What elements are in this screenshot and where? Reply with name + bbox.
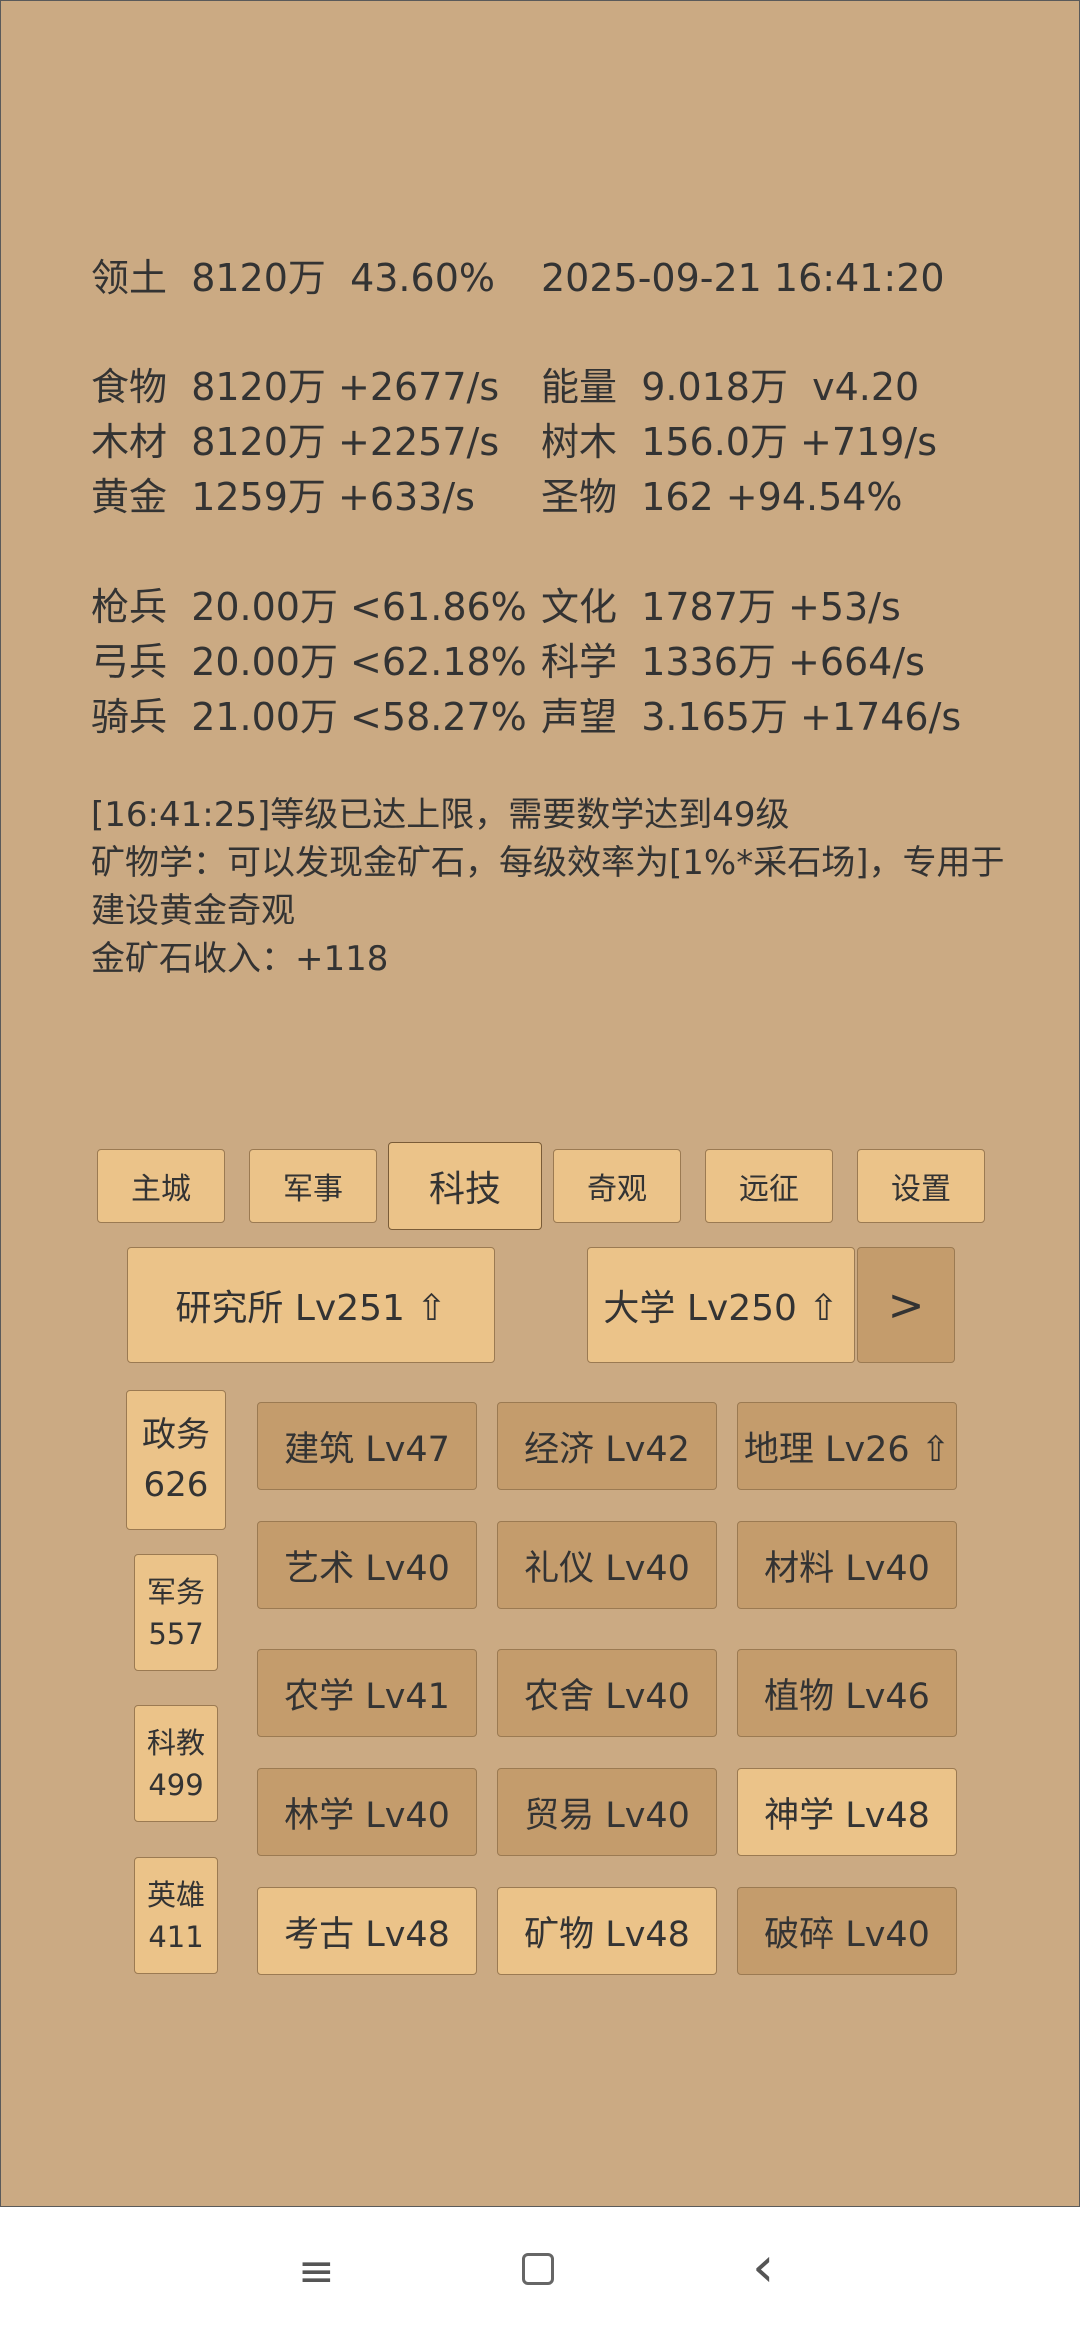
category-count: 557 [148,1616,204,1651]
resource-food: 食物 8120万 +2677/s [91,363,499,411]
category-name: 科教 [146,1725,205,1760]
tech-materials[interactable]: 材料 Lv40 [737,1521,957,1609]
tech-mineralogy[interactable]: 矿物 Lv48 [497,1887,717,1975]
resource-value: 8120万 +2677/s [191,365,500,409]
stat-label: 文化 [541,585,618,629]
troop-value: 20.00万 <61.86% [191,585,527,629]
troop-label: 弓兵 [91,640,168,684]
tab-technology[interactable]: 科技 [388,1142,542,1230]
tech-economy[interactable]: 经济 Lv42 [497,1402,717,1490]
resource-label: 黄金 [91,475,168,519]
stat-value: 1787万 +53/s [641,585,901,629]
message-line: [16:41:25]等级已达上限，需要数学达到49级 [91,795,790,835]
tab-settings[interactable]: 设置 [857,1149,985,1223]
university-upgrade-button[interactable]: 大学 Lv250 ⇧ [587,1247,855,1363]
message-log: [16:41:25]等级已达上限，需要数学达到49级 矿物学：可以发现金矿石，每… [91,791,1011,983]
tech-trade[interactable]: 贸易 Lv40 [497,1768,717,1856]
territory-value: 8120万 [191,256,326,300]
resource-wood: 木材 8120万 +2257/s [91,418,499,466]
category-government[interactable]: 政务 626 [126,1390,226,1530]
stat-culture: 文化 1787万 +53/s [541,583,901,631]
category-education[interactable]: 科教 499 [134,1705,218,1822]
menu-icon[interactable]: ≡ [298,2242,335,2302]
resource-value: 8120万 +2257/s [191,420,500,464]
tech-etiquette[interactable]: 礼仪 Lv40 [497,1521,717,1609]
territory-row: 领土 8120万 43.60% [91,254,495,302]
home-icon[interactable] [522,2253,554,2285]
tech-art[interactable]: 艺术 Lv40 [257,1521,477,1609]
resource-label: 木材 [91,420,168,464]
tech-botany[interactable]: 植物 Lv46 [737,1649,957,1737]
territory-label: 领土 [91,256,168,300]
resource-label: 树木 [541,420,618,464]
resource-gold: 黄金 1259万 +633/s [91,473,475,521]
category-heroes[interactable]: 英雄 411 [134,1857,218,1974]
stat-value: 1336万 +664/s [641,640,925,684]
resource-label: 食物 [91,365,168,409]
resource-value: 1259万 +633/s [191,475,475,519]
tab-main-city[interactable]: 主城 [97,1149,225,1223]
category-count: 626 [143,1465,209,1505]
troop-label: 枪兵 [91,585,168,629]
resource-energy: 能量 9.018万 v4.20 [541,363,919,411]
troop-spearmen: 枪兵 20.00万 <61.86% [91,583,527,631]
category-military[interactable]: 军务 557 [134,1554,218,1671]
resource-value: 9.018万 v4.20 [641,365,920,409]
resource-value: 162 +94.54% [641,475,903,519]
tab-military[interactable]: 军事 [249,1149,377,1223]
stat-science: 科学 1336万 +664/s [541,638,925,686]
resource-label: 能量 [541,365,618,409]
category-count: 411 [148,1919,204,1954]
territory-percent: 43.60% [350,256,495,300]
stat-label: 声望 [541,695,618,739]
tech-shatter[interactable]: 破碎 Lv40 [737,1887,957,1975]
troop-value: 21.00万 <58.27% [191,695,527,739]
tech-archaeology[interactable]: 考古 Lv48 [257,1887,477,1975]
tab-expedition[interactable]: 远征 [705,1149,833,1223]
next-page-button[interactable]: > [857,1247,955,1363]
troop-cavalry: 骑兵 21.00万 <58.27% [91,693,527,741]
category-name: 军务 [146,1574,205,1609]
resource-trees: 树木 156.0万 +719/s [541,418,937,466]
troop-archers: 弓兵 20.00万 <62.18% [91,638,527,686]
game-screen: 领土 8120万 43.60% 2025-09-21 16:41:20 食物 8… [0,0,1080,2207]
stat-label: 科学 [541,640,618,684]
tab-wonders[interactable]: 奇观 [553,1149,681,1223]
message-line: 矿物学：可以发现金矿石，每级效率为[1%*采石场]，专用于建设黄金奇观 [91,843,1005,931]
tech-farmhouse[interactable]: 农舍 Lv40 [497,1649,717,1737]
troop-value: 20.00万 <62.18% [191,640,527,684]
tech-agronomy[interactable]: 农学 Lv41 [257,1649,477,1737]
institute-upgrade-button[interactable]: 研究所 Lv251 ⇧ [127,1247,495,1363]
datetime: 2025-09-21 16:41:20 [541,256,945,300]
message-line: 金矿石收入：+118 [91,939,389,979]
back-icon[interactable]: ‹ [752,2240,774,2296]
category-count: 499 [148,1767,204,1802]
troop-label: 骑兵 [91,695,168,739]
category-name: 英雄 [146,1877,205,1912]
resource-value: 156.0万 +719/s [641,420,938,464]
stat-value: 3.165万 +1746/s [641,695,962,739]
resource-label: 圣物 [541,475,618,519]
category-name: 政务 [142,1415,210,1455]
stat-prestige: 声望 3.165万 +1746/s [541,693,961,741]
tech-geography[interactable]: 地理 Lv26 ⇧ [737,1402,957,1490]
tech-forestry[interactable]: 林学 Lv40 [257,1768,477,1856]
resource-relics: 圣物 162 +94.54% [541,473,903,521]
tech-architecture[interactable]: 建筑 Lv47 [257,1402,477,1490]
tech-theology[interactable]: 神学 Lv48 [737,1768,957,1856]
